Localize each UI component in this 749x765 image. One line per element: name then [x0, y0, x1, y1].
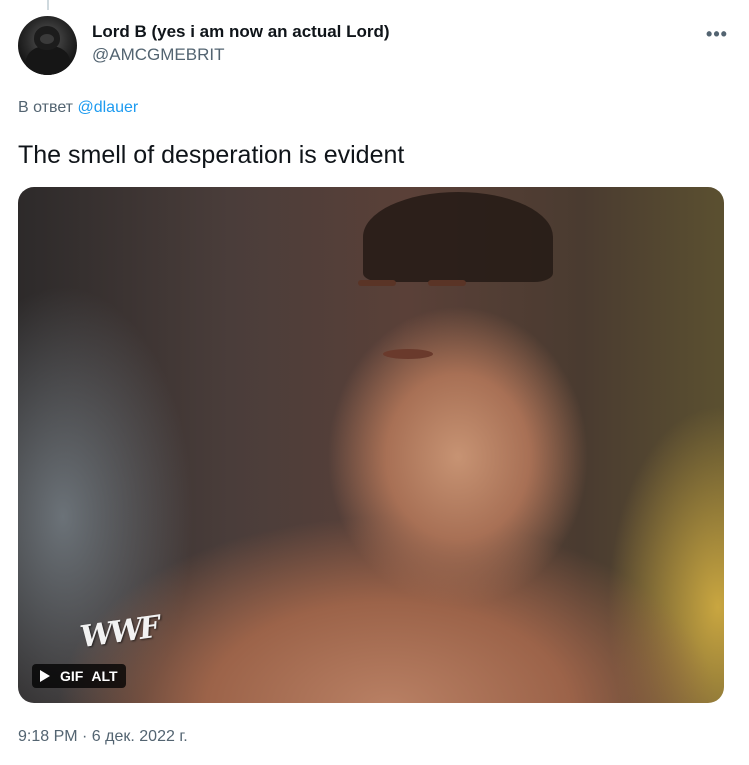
reply-mention-link[interactable]: @dlauer [77, 99, 138, 116]
more-options-button[interactable]: ••• [705, 22, 729, 46]
avatar[interactable] [18, 16, 77, 75]
author-display-name[interactable]: Lord B (yes i am now an actual Lord) [92, 21, 390, 43]
tweet-text: The smell of desperation is evident [18, 141, 405, 169]
tweet-timestamp[interactable]: 9:18 PM · 6 дек. 2022 г. [18, 726, 188, 748]
author-names: Lord B (yes i am now an actual Lord) @AM… [92, 21, 390, 67]
tweet-header: Lord B (yes i am now an actual Lord) @AM… [18, 16, 731, 76]
media-controls: GIF ALT [32, 664, 126, 688]
reply-prefix: В ответ [18, 99, 74, 116]
more-horizontal-icon: ••• [706, 24, 728, 44]
play-button[interactable] [32, 664, 58, 688]
gif-media[interactable]: WWF GIF ALT [18, 187, 724, 703]
play-icon [40, 670, 50, 682]
alt-text-button[interactable]: ALT [87, 664, 121, 688]
wwf-watermark-logo: WWF [77, 609, 159, 656]
author-handle[interactable]: @AMCGMEBRIT [92, 43, 390, 67]
gif-badge: GIF [60, 668, 84, 684]
thread-connector-line [47, 0, 49, 10]
reply-context: В ответ @dlauer [18, 98, 138, 118]
